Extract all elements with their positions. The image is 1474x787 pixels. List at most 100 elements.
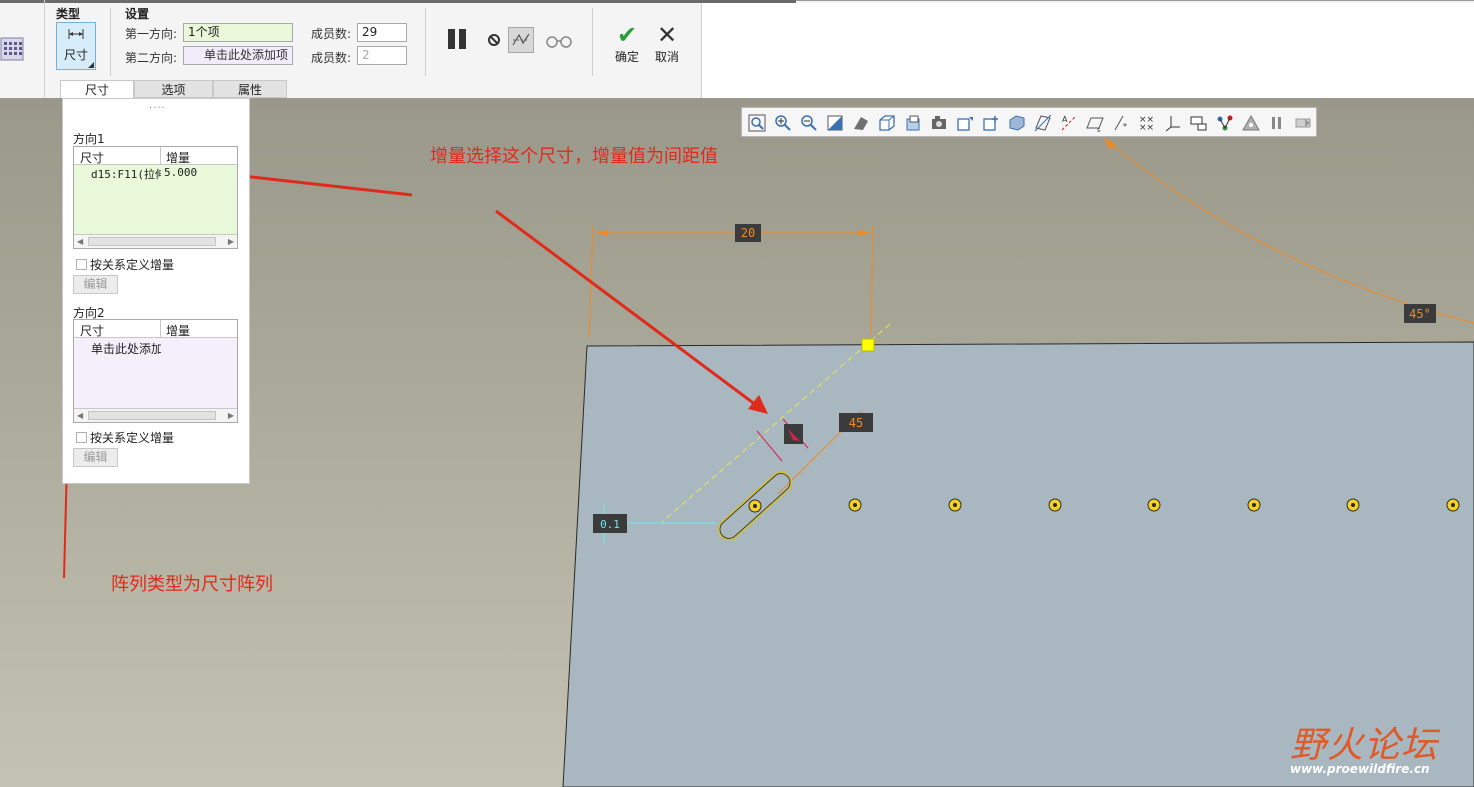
dir2-label: 第二方向: <box>125 51 178 65</box>
direction1-relation-checkbox[interactable]: 按关系定义增量 <box>76 256 174 273</box>
csys-display-icon[interactable] <box>1163 113 1183 133</box>
dir2-collector[interactable]: 单击此处添加项 <box>183 46 293 65</box>
glasses-icon[interactable] <box>543 28 575 54</box>
view-toolbar: A s * ×× ×× <box>741 107 1317 137</box>
direction1-table[interactable]: 尺寸 增量 d15:F11(拉伸 5.000 ◀ ▶ <box>73 146 238 249</box>
section-icon[interactable] <box>1007 113 1027 133</box>
repaint-icon[interactable] <box>825 113 845 133</box>
csys-plane-icon[interactable]: s <box>1085 113 1105 133</box>
datum-point <box>861 338 875 352</box>
dim-20-ext-right <box>870 225 874 335</box>
arc-arrow <box>1104 138 1116 150</box>
dim-small-label: 0.1 <box>593 514 627 533</box>
direction1-label: 方向1 <box>73 132 105 146</box>
col-increment: 增量 <box>166 151 191 165</box>
view-manager-icon[interactable] <box>903 113 923 133</box>
members1-input[interactable]: 29 <box>357 23 407 42</box>
zoom-in-icon[interactable] <box>773 113 793 133</box>
type-button-label: 尺寸 <box>63 48 88 62</box>
display-style-icon[interactable] <box>955 113 975 133</box>
direction2-placeholder[interactable]: 单击此处添加 <box>91 340 161 357</box>
svg-text:45°: 45° <box>1409 307 1431 321</box>
svg-text:A: A <box>1062 115 1068 124</box>
pause-icon[interactable] <box>445 26 471 52</box>
dir1-collector[interactable]: 1个项 <box>183 23 293 42</box>
direction1-edit-button[interactable]: 编辑 <box>73 275 118 294</box>
refit-icon[interactable] <box>747 113 767 133</box>
members2-label: 成员数: <box>311 51 352 65</box>
angle-arc <box>1103 137 1474 324</box>
type-group-title: 类型 <box>56 7 81 21</box>
grid-icon[interactable] <box>0 34 26 64</box>
dimension-icon <box>68 29 84 39</box>
svg-text:20: 20 <box>741 226 755 240</box>
annotation-display-icon[interactable] <box>1189 113 1209 133</box>
direction2-checkbox-label: 按关系定义增量 <box>90 431 175 445</box>
orient-icon[interactable] <box>981 113 1001 133</box>
dim-20-label: 20 <box>735 224 761 242</box>
selected-dim-box <box>784 424 803 444</box>
pattern-member-dot <box>1252 503 1256 507</box>
point-tags-icon[interactable]: ×××× <box>1137 113 1157 133</box>
horizontal-scrollbar[interactable]: ◀ ▶ <box>74 408 237 422</box>
svg-text:s: s <box>1097 127 1100 133</box>
check-icon: ✔ <box>616 21 638 49</box>
arrow-to-increment <box>224 172 413 197</box>
direction1-checkbox-label: 按关系定义增量 <box>90 258 175 272</box>
svg-text:××: ×× <box>1139 123 1154 133</box>
ok-label: 确定 <box>614 50 639 64</box>
pause-regen-icon[interactable] <box>1267 113 1287 133</box>
geometry-preview-icon[interactable] <box>508 27 534 53</box>
camera-icon[interactable] <box>929 113 949 133</box>
shading-icon[interactable] <box>851 113 871 133</box>
pattern-member-dot <box>853 503 857 507</box>
direction2-table[interactable]: 尺寸 增量 单击此处添加 ◀ ▶ <box>73 319 238 423</box>
close-icon: ✕ <box>656 21 678 49</box>
svg-text:0.1: 0.1 <box>600 518 620 531</box>
saved-views-icon[interactable] <box>877 113 897 133</box>
no-preview-icon[interactable] <box>481 27 507 53</box>
pattern-member-dot <box>1053 503 1057 507</box>
type-annotation: 阵列类型为尺寸阵列 <box>111 574 273 595</box>
members2-input[interactable]: 2 <box>357 46 407 65</box>
col-increment: 增量 <box>166 324 191 338</box>
pattern-member-dot <box>1451 503 1455 507</box>
row-increment[interactable]: 5.000 <box>164 166 197 179</box>
cancel-button[interactable]: ✕ 取消 <box>651 22 683 65</box>
svg-text:*: * <box>1123 122 1127 131</box>
tab-properties[interactable]: 属性 <box>213 80 287 98</box>
watermark-url: www.proewildfire.cn <box>1290 762 1430 776</box>
pattern-member-dot <box>1152 503 1156 507</box>
dim-slot-label: 45 <box>839 413 873 432</box>
direction2-edit-button[interactable]: 编辑 <box>73 448 118 467</box>
horizontal-scrollbar[interactable]: ◀ ▶ <box>74 234 237 248</box>
watermark-brand-text: 野火论坛 <box>1290 725 1439 766</box>
appearance-icon[interactable] <box>1241 113 1261 133</box>
point-display-icon[interactable]: * <box>1111 113 1131 133</box>
dim-20-arrow-right <box>858 230 870 236</box>
col-dimension: 尺寸 <box>80 324 105 338</box>
col-dimension: 尺寸 <box>80 151 105 165</box>
next-icon[interactable] <box>1293 113 1313 133</box>
dir1-label: 第一方向: <box>125 27 178 41</box>
tab-options[interactable]: 选项 <box>134 80 213 98</box>
plane-display-icon[interactable] <box>1033 113 1053 133</box>
connect-icon[interactable] <box>1215 113 1235 133</box>
zoom-out-icon[interactable] <box>799 113 819 133</box>
panel-grip[interactable]: .... <box>149 100 166 111</box>
settings-group-title: 设置 <box>125 7 150 21</box>
direction2-relation-checkbox[interactable]: 按关系定义增量 <box>76 429 174 446</box>
dim-45-label: 45° <box>1404 304 1436 323</box>
tab-dimensions[interactable]: 尺寸 <box>60 80 134 98</box>
cancel-label: 取消 <box>654 50 679 64</box>
row-dimension: d15:F11(拉伸 <box>91 168 161 181</box>
dim-20-arrow-left <box>596 230 608 236</box>
table-row[interactable]: d15:F11(拉伸 5.000 <box>74 165 237 181</box>
watermark-brand: 野火论坛 <box>1290 716 1438 768</box>
axis-display-icon[interactable]: A <box>1059 113 1079 133</box>
ok-button[interactable]: ✔ 确定 <box>611 22 643 65</box>
svg-text:45: 45 <box>849 416 863 430</box>
ribbon: 类型 尺寸 设置 第一方向: 1个项 第二方向: 单击此处添加项 成员数: 29… <box>0 0 1474 98</box>
dimension-type-button[interactable]: 尺寸 <box>56 22 96 70</box>
members1-label: 成员数: <box>311 27 352 41</box>
